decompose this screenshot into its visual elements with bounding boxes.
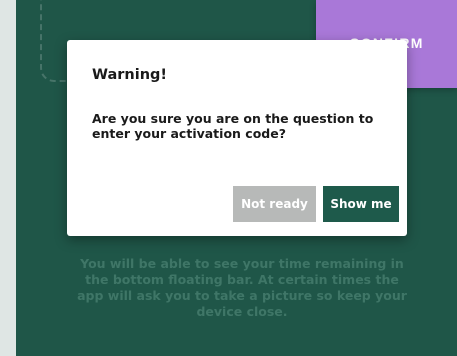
show-me-button[interactable]: Show me: [323, 186, 399, 222]
dialog-title: Warning!: [92, 67, 168, 83]
dialog-message: Are you sure you are on the question to …: [92, 111, 374, 141]
background-hint-text: You will be able to see your time remain…: [77, 256, 407, 319]
not-ready-button[interactable]: Not ready: [233, 186, 316, 222]
warning-dialog: Warning! Are you sure you are on the que…: [67, 40, 407, 236]
